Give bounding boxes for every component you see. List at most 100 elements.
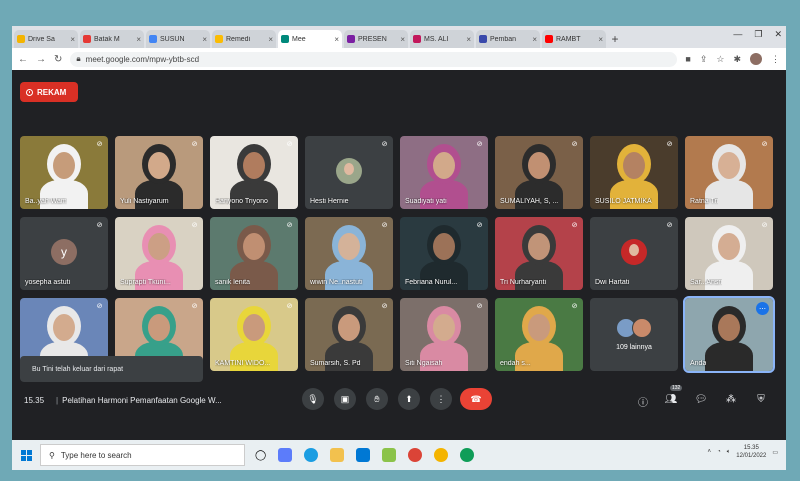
- self-tile[interactable]: Anda ⋯: [683, 296, 775, 373]
- participant-tile[interactable]: wiwin Ne..nastuti ⊘: [305, 217, 393, 290]
- browser-tab[interactable]: Batak M ×: [80, 30, 144, 48]
- browser-tab[interactable]: Mee ×: [278, 30, 342, 48]
- participant-tile[interactable]: endah s... ⊘: [495, 298, 583, 371]
- participant-tile[interactable]: Sar...Ansri ⊘: [685, 217, 773, 290]
- tab-favicon-icon: [347, 35, 355, 43]
- people-icon[interactable]: 👥︎: [664, 394, 678, 405]
- chrome-icon[interactable]: [408, 448, 423, 462]
- speaking-icon[interactable]: ⋯: [756, 302, 769, 315]
- extensions-icon[interactable]: ✱: [733, 54, 741, 65]
- url-field[interactable]: 🔒︎ meet.google.com/mpw-ybtb-scd: [70, 51, 678, 67]
- tab-label: RAMBT: [556, 35, 581, 43]
- tab-strip: — ❐ ✕ Drive Sa × Batak M × SUSUN × Remedi × Mee ×…: [12, 26, 786, 48]
- leave-call-button[interactable]: ☎︎: [460, 388, 492, 410]
- notification-icon[interactable]: ▭: [772, 449, 778, 456]
- tray-arrow-icon[interactable]: ˄: [708, 449, 712, 455]
- widgets-icon[interactable]: [278, 448, 293, 462]
- reload-icon[interactable]: ↻: [54, 54, 62, 65]
- mic-muted-icon: ⊘: [666, 141, 673, 148]
- tab-favicon-icon: [281, 35, 289, 43]
- host-controls-icon[interactable]: ⛨: [754, 394, 768, 405]
- chrome-icon-3[interactable]: [460, 448, 475, 462]
- tab-close-icon[interactable]: ×: [532, 35, 537, 44]
- tab-close-icon[interactable]: ×: [466, 35, 471, 44]
- participant-tile[interactable]: Ratna Tri ⊘: [685, 136, 773, 209]
- participant-tile[interactable]: sanik lenita ⊘: [210, 217, 298, 290]
- mail-icon[interactable]: [356, 448, 371, 462]
- tab-label: Batak M: [94, 35, 120, 43]
- browser-tab[interactable]: RAMBT ×: [542, 30, 606, 48]
- file-explorer-icon[interactable]: [330, 448, 345, 462]
- mic-button[interactable]: 🎙︎: [302, 388, 324, 410]
- browser-tab[interactable]: PRESEN ×: [344, 30, 408, 48]
- star-icon[interactable]: ☆: [716, 54, 724, 65]
- tab-label: MS. ALI: [424, 35, 449, 43]
- browser-tab[interactable]: Remedi ×: [212, 30, 276, 48]
- participant-tile[interactable]: SUSILO JATMIKA ⊘: [590, 136, 678, 209]
- tab-favicon-icon: [479, 35, 487, 43]
- participant-tile[interactable]: Suadiyati yati ⊘: [400, 136, 488, 209]
- activities-icon[interactable]: ⁂: [724, 394, 738, 405]
- forward-icon[interactable]: →: [36, 54, 46, 65]
- profile-avatar[interactable]: [750, 53, 762, 65]
- tab-close-icon[interactable]: ×: [202, 35, 207, 44]
- back-icon[interactable]: ←: [18, 54, 28, 65]
- volume-icon[interactable]: 🔈︎: [727, 449, 731, 456]
- tab-close-icon[interactable]: ×: [334, 35, 339, 44]
- participant-tile[interactable]: Siti Ngaisah ⊘: [400, 298, 488, 371]
- tab-close-icon[interactable]: ×: [598, 35, 603, 44]
- participant-tile[interactable]: Yuli Nastiyarum ⊘: [115, 136, 203, 209]
- browser-tab[interactable]: MS. ALI ×: [410, 30, 474, 48]
- participant-tile[interactable]: Hesti Hernie ⊘: [305, 136, 393, 209]
- participant-name: yosepha astuti: [25, 279, 71, 286]
- tab-label: Drive Sa: [28, 35, 55, 43]
- app-icon[interactable]: [382, 448, 397, 462]
- record-indicator[interactable]: REKAM: [20, 82, 78, 102]
- camera-button[interactable]: ▣: [334, 388, 356, 410]
- tab-close-icon[interactable]: ×: [400, 35, 405, 44]
- browser-tab[interactable]: SUSUN ×: [146, 30, 210, 48]
- search-icon: ⚲: [49, 450, 55, 460]
- browser-tab[interactable]: Drive Sa ×: [14, 30, 78, 48]
- meeting-info: 15.35 | Pelatihan Harmoni Pemanfaatan Goog…: [24, 396, 222, 405]
- participant-tile[interactable]: Ba..yah Wam ⊘: [20, 136, 108, 209]
- taskbar-search[interactable]: ⚲ Type here to search: [40, 444, 245, 466]
- chat-icon[interactable]: 💬︎: [694, 394, 708, 405]
- participant-tile[interactable]: Hariyono Triyono ⊘: [210, 136, 298, 209]
- participant-name: Siti Ngaisah: [405, 360, 443, 367]
- mic-muted-icon: ⊘: [571, 141, 578, 148]
- chrome-icon-2[interactable]: [434, 448, 449, 462]
- edge-icon[interactable]: [304, 448, 319, 462]
- restore-icon[interactable]: ❐: [754, 29, 762, 40]
- participant-tile[interactable]: Dwi Hartati ⊘: [590, 217, 678, 290]
- tab-close-icon[interactable]: ×: [136, 35, 141, 44]
- more-participants-tile[interactable]: 109 lainnya: [590, 298, 678, 371]
- task-view-icon[interactable]: ◯: [255, 450, 266, 461]
- tab-close-icon[interactable]: ×: [268, 35, 273, 44]
- participant-tile[interactable]: Tri Nurharyanti ⊘: [495, 217, 583, 290]
- new-tab-button[interactable]: +: [606, 30, 624, 48]
- participant-tile[interactable]: y yosepha astuti ⊘: [20, 217, 108, 290]
- share-icon[interactable]: ⇪: [700, 54, 708, 65]
- tab-close-icon[interactable]: ×: [70, 35, 75, 44]
- close-window-icon[interactable]: ✕: [774, 29, 782, 40]
- participant-name: Sumarsih, S. Pd: [310, 360, 361, 367]
- participant-tile[interactable]: SUMALIYAH, S, ... ⊘: [495, 136, 583, 209]
- start-button[interactable]: [12, 440, 40, 470]
- raise-hand-button[interactable]: ✋︎: [366, 388, 388, 410]
- menu-icon[interactable]: ⋮: [771, 54, 780, 65]
- info-icon[interactable]: ⓘ: [636, 394, 650, 409]
- meeting-title[interactable]: Pelatihan Harmoni Pemanfaatan Google W..…: [62, 396, 222, 405]
- clock[interactable]: 15.35 12/01/2022: [736, 444, 766, 460]
- participant-tile[interactable]: Febriana Nurul... ⊘: [400, 217, 488, 290]
- participant-tile[interactable]: KAMTINI WIDO... ⊘: [210, 298, 298, 371]
- more-options-button[interactable]: ⋮: [430, 388, 452, 410]
- network-icon[interactable]: ◔: [717, 449, 721, 455]
- participant-tile[interactable]: Suprapti Tkuni... ⊘: [115, 217, 203, 290]
- minimize-icon[interactable]: —: [733, 29, 742, 40]
- camera-icon[interactable]: ■: [685, 54, 690, 64]
- video-camera-icon: ▣: [340, 393, 350, 404]
- present-button[interactable]: ⬆: [398, 388, 420, 410]
- browser-tab[interactable]: Pemban ×: [476, 30, 540, 48]
- participant-tile[interactable]: Sumarsih, S. Pd ⊘: [305, 298, 393, 371]
